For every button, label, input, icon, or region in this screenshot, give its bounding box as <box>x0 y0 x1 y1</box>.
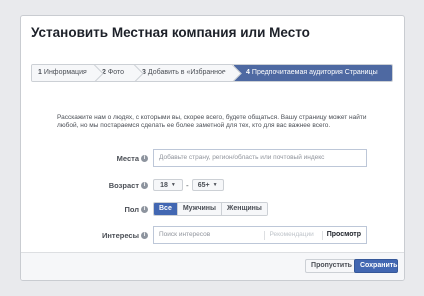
age-dash: - <box>186 180 189 190</box>
divider <box>321 230 323 240</box>
step-favorites[interactable]: 3 Добавить в «Избранное» <box>136 65 234 81</box>
chevron-down-icon: ▼ <box>170 182 176 188</box>
dialog-footer: Пропустить Сохранить <box>21 252 404 280</box>
step-audience[interactable]: 4 Предпочитаемая аудитория Страницы <box>234 65 392 81</box>
dialog-title: Установить Местная компания или Место <box>31 25 310 40</box>
gender-men-button[interactable]: Мужчины <box>176 203 222 215</box>
gender-label-text: Пол <box>124 204 139 214</box>
age-from-value: 18 <box>160 181 168 189</box>
setup-dialog: Установить Местная компания или Место 1И… <box>20 15 405 281</box>
places-label-text: Места <box>116 153 139 163</box>
step-label: Информация <box>43 69 87 76</box>
places-label: Места i <box>91 154 148 163</box>
interests-label: Интересы i <box>91 231 148 240</box>
gender-toggle: Все Мужчины Женщины <box>153 202 268 216</box>
save-button[interactable]: Сохранить <box>354 259 398 273</box>
age-row: Возраст i 18 ▼ - 65+ ▼ <box>91 179 224 191</box>
audience-description: Расскажите нам о людях, с которыми вы, с… <box>57 114 367 129</box>
places-row: Места i Добавьте страну, регион/область … <box>91 149 367 167</box>
info-icon[interactable]: i <box>141 181 148 189</box>
interests-placeholder: Поиск интересов <box>159 231 211 238</box>
age-label-text: Возраст <box>108 180 139 190</box>
age-label: Возраст i <box>91 181 148 190</box>
suggestions-link[interactable]: Рекомендации <box>269 227 313 243</box>
gender-row: Пол i Все Мужчины Женщины <box>91 202 268 216</box>
step-info[interactable]: 1 Информация <box>32 65 96 81</box>
places-input[interactable]: Добавьте страну, регион/область или почт… <box>153 149 367 167</box>
step-number: 1 <box>38 69 42 76</box>
gender-women-button[interactable]: Женщины <box>221 203 267 215</box>
step-tabs: 1 Информация 2 Фото 3 Добавить в «Избранное… <box>31 64 393 82</box>
divider <box>264 230 266 240</box>
skip-button[interactable]: Пропустить <box>305 259 358 273</box>
age-to-value: 65+ <box>197 181 210 189</box>
step-number: 4 <box>246 69 250 76</box>
info-icon[interactable]: i <box>141 154 148 162</box>
gender-label: Пол i <box>91 205 148 214</box>
browse-link[interactable]: Просмотр <box>327 227 361 243</box>
interests-input[interactable]: Поиск интересов Рекомендации Просмотр <box>153 226 367 244</box>
step-label: Предпочитаемая аудитория Страницы <box>251 69 378 76</box>
age-to-select[interactable]: 65+ ▼ <box>191 179 224 191</box>
interests-row: Интересы i Поиск интересов Рекомендации … <box>91 226 367 244</box>
step-label: Фото <box>107 69 124 76</box>
gender-all-button[interactable]: Все <box>154 203 177 215</box>
chevron-down-icon: ▼ <box>212 182 218 188</box>
info-icon[interactable]: i <box>141 205 148 213</box>
info-icon[interactable]: i <box>141 231 148 239</box>
interests-label-text: Интересы <box>102 230 139 240</box>
age-from-select[interactable]: 18 ▼ <box>153 179 183 191</box>
step-label: Добавить в «Избранное» <box>147 69 230 76</box>
